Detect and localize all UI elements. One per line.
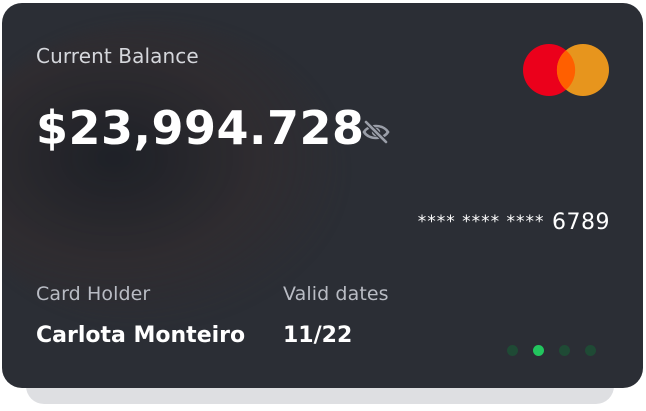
card-number: **** **** **** 6789 [418,210,610,235]
pagination-dot[interactable] [585,345,596,356]
card-number-last4: 6789 [552,210,610,235]
pagination-dot[interactable] [559,345,570,356]
pagination-dot[interactable] [507,345,518,356]
stage: Current Balance $23,994.728 **** **** **… [0,0,646,411]
valid-dates-value: 11/22 [283,323,353,348]
card-number-mask: **** **** **** [417,212,545,232]
valid-dates-label: Valid dates [283,283,389,305]
eye-slash-icon[interactable] [360,119,392,145]
card-holder-name: Carlota Monteiro [36,323,246,348]
pagination-dot-active[interactable] [533,345,544,356]
card-background-glow [2,23,342,323]
mastercard-logo [522,43,610,97]
balance-label: Current Balance [36,44,199,68]
card-holder-label: Card Holder [36,283,151,305]
card-pagination [507,345,596,356]
balance-amount: $23,994.728 [36,101,365,155]
credit-card[interactable]: Current Balance $23,994.728 **** **** **… [2,3,643,388]
